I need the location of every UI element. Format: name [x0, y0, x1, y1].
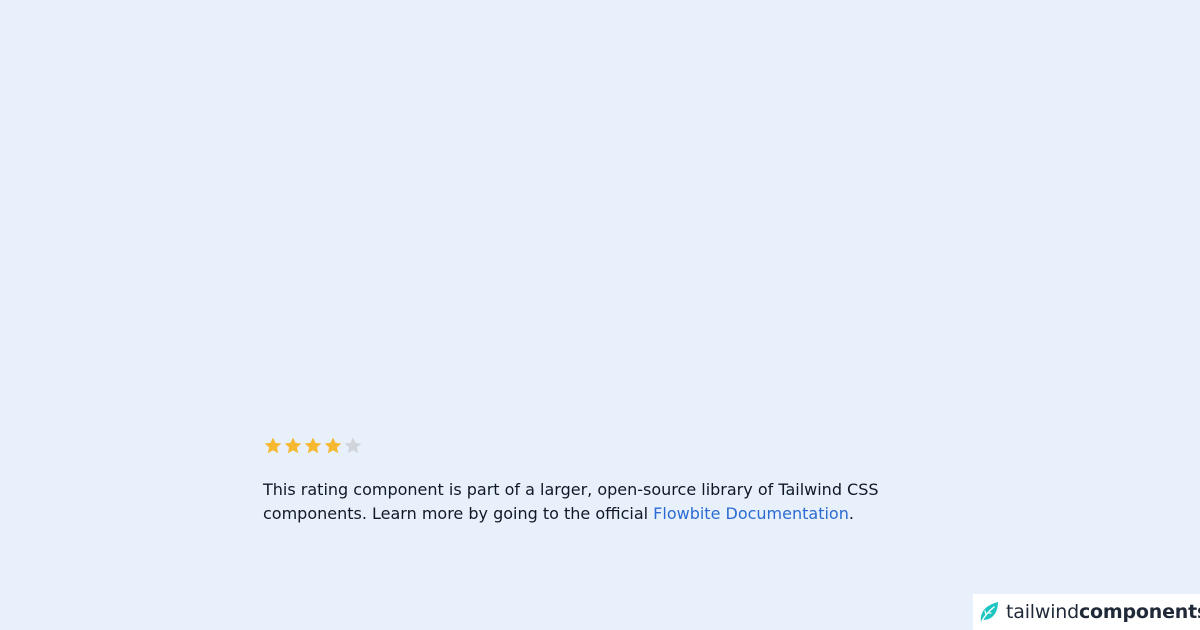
brand-name-bold: components [1078, 601, 1200, 623]
star-icon [303, 436, 323, 456]
star-rating [263, 434, 923, 458]
star-icon [263, 436, 283, 456]
description-period: . [848, 504, 854, 523]
leaf-logo-icon [977, 600, 1001, 624]
rating-section: This rating component is part of a large… [263, 434, 923, 542]
brand-name-light: tailwind [1006, 601, 1079, 623]
rating-description: This rating component is part of a large… [263, 478, 923, 526]
flowbite-documentation-link[interactable]: Flowbite Documentation [653, 504, 849, 523]
brand-wordmark: tailwindcomponents [1006, 601, 1200, 623]
star-icon [323, 436, 343, 456]
tailwindcomponents-badge[interactable]: tailwindcomponents [973, 594, 1200, 630]
star-icon [283, 436, 303, 456]
star-icon [343, 436, 363, 456]
